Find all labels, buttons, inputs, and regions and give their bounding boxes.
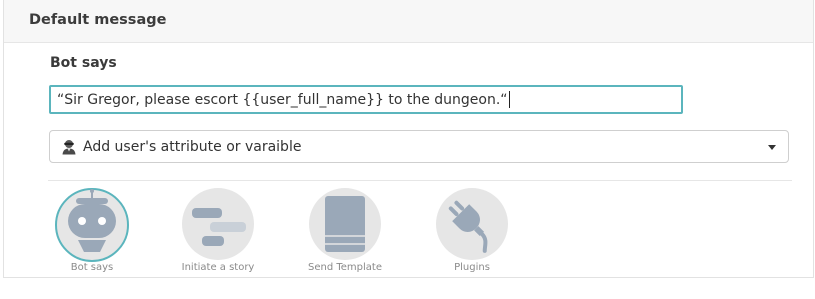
tool-send-template[interactable]: Send Template [295,188,395,273]
tool-initiate-story[interactable]: Initiate a story [168,188,268,273]
divider [48,180,792,181]
tool-plugins[interactable]: Plugins [422,188,522,273]
tool-bot-says[interactable]: Bot says [42,188,142,273]
default-message-panel: Default message Bot says “Sir Gregor, pl… [3,0,814,278]
tool-label: Initiate a story [181,262,255,273]
tool-circle [182,188,254,260]
gantt-bars-icon [192,208,246,246]
plug-icon [448,200,488,253]
tool-label: Bot says [70,262,114,273]
chevron-down-icon [768,145,776,150]
user-spy-icon [62,139,76,154]
tool-circle [309,188,381,260]
template-card-icon [325,196,365,252]
tool-label: Send Template [308,262,382,273]
select-label: Add user's attribute or varaible [83,138,302,155]
panel-title: Default message [29,12,167,28]
tool-circle [436,188,508,260]
bot-says-heading: Bot says [50,55,117,71]
tool-label: Plugins [454,262,490,273]
tool-circle [55,188,129,262]
text-caret [508,91,510,108]
bot-message-input[interactable]: “Sir Gregor, please escort {{user_full_n… [49,85,683,114]
user-attribute-select[interactable]: Add user's attribute or varaible [49,130,789,163]
bot-message-text: “Sir Gregor, please escort {{user_full_n… [57,91,508,108]
robot-icon [68,189,116,252]
